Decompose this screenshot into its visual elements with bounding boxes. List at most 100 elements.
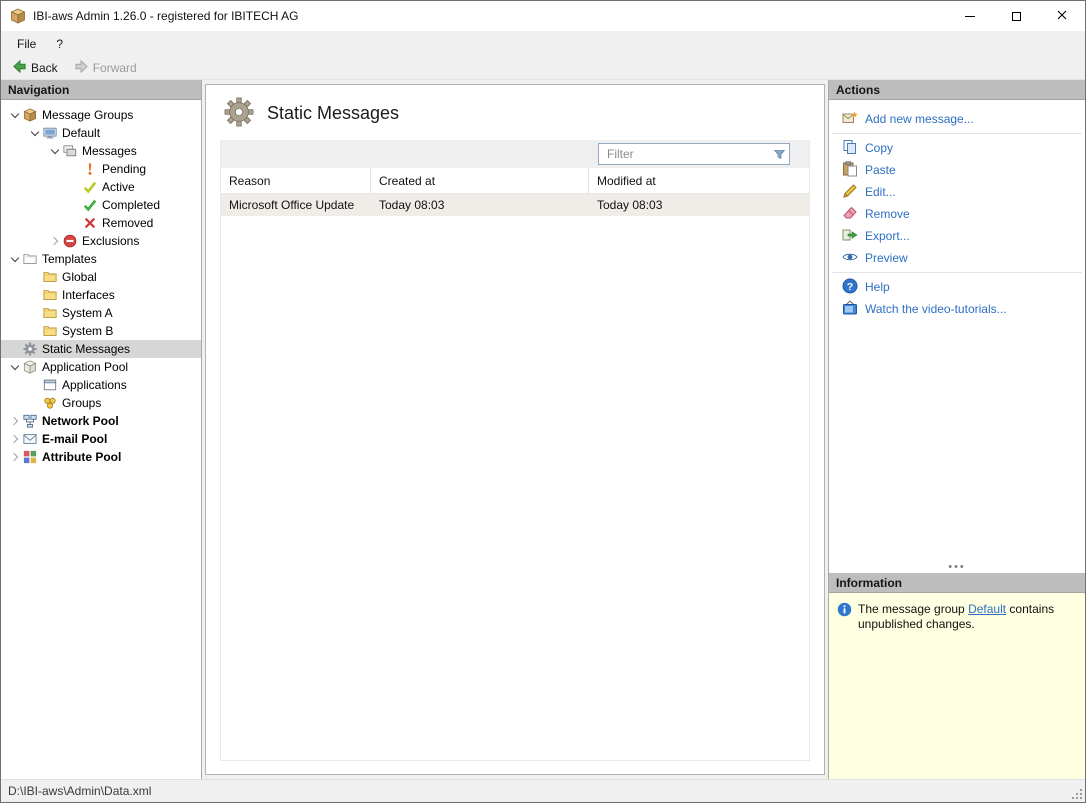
box-icon: [22, 107, 38, 123]
nav-item-global[interactable]: Global: [1, 268, 201, 286]
action-label: Watch the video-tutorials...: [865, 302, 1007, 316]
info-text-before: The message group: [858, 602, 969, 616]
nav-item-label: Global: [62, 270, 97, 284]
filter-box: [598, 143, 790, 165]
menu-file[interactable]: File: [7, 31, 46, 56]
cell-created-at: Today 08:03: [379, 198, 445, 212]
action-help[interactable]: ? Help: [829, 276, 1085, 298]
video-tutorials-icon: [842, 300, 858, 319]
nav-item-label: Applications: [62, 378, 127, 392]
filter-icon[interactable]: [769, 148, 789, 161]
menubar: File ?: [1, 31, 1085, 56]
menu-help[interactable]: ?: [46, 31, 73, 56]
expander-icon[interactable]: [8, 432, 22, 446]
templates-icon: [22, 251, 38, 267]
svg-text:?: ?: [847, 280, 853, 292]
action-remove[interactable]: Remove: [829, 203, 1085, 225]
expander-icon[interactable]: [8, 450, 22, 464]
column-header-created-at[interactable]: Created at: [371, 168, 589, 193]
nav-item-label: Network Pool: [42, 414, 119, 428]
expander-icon[interactable]: [8, 360, 22, 374]
action-export[interactable]: Export...: [829, 225, 1085, 247]
nav-item-email-pool[interactable]: E-mail Pool: [1, 430, 201, 448]
information-header: Information: [829, 573, 1085, 593]
exclusions-icon: [62, 233, 78, 249]
main-region: Navigation Message Groups Default Messag…: [1, 80, 1085, 779]
nav-item-exclusions[interactable]: Exclusions: [1, 232, 201, 250]
forward-button[interactable]: Forward: [67, 58, 144, 78]
nav-item-messages[interactable]: Messages: [1, 142, 201, 160]
nav-item-message-groups[interactable]: Message Groups: [1, 106, 201, 124]
action-copy[interactable]: Copy: [829, 137, 1085, 159]
static-messages-panel: Static Messages Reason Created at Modifi…: [205, 84, 825, 775]
app-pool-icon: [22, 359, 38, 375]
nav-item-network-pool[interactable]: Network Pool: [1, 412, 201, 430]
nav-item-label: Static Messages: [42, 342, 131, 356]
maximize-button[interactable]: [993, 1, 1039, 31]
panel-splitter-grip[interactable]: •••: [829, 561, 1085, 573]
nav-item-system-a[interactable]: System A: [1, 304, 201, 322]
action-label: Add new message...: [865, 112, 974, 126]
nav-item-label: Removed: [102, 216, 154, 230]
add-message-icon: [842, 110, 858, 129]
back-button[interactable]: Back: [5, 58, 65, 78]
expander-icon[interactable]: [48, 144, 62, 158]
table-row[interactable]: Microsoft Office Update Today 08:03 Toda…: [221, 194, 809, 216]
column-header-reason[interactable]: Reason: [221, 168, 371, 193]
nav-item-label: Templates: [42, 252, 97, 266]
information-text: The message group Default contains unpub…: [858, 602, 1076, 632]
nav-item-applications[interactable]: Applications: [1, 376, 201, 394]
nav-item-interfaces[interactable]: Interfaces: [1, 286, 201, 304]
divider: [832, 272, 1082, 273]
content-region: Static Messages Reason Created at Modifi…: [202, 80, 828, 779]
nav-item-removed[interactable]: Removed: [1, 214, 201, 232]
nav-item-label: Default: [62, 126, 101, 140]
folder-icon: [42, 287, 58, 303]
nav-item-label: Completed: [102, 198, 161, 212]
action-watch-video-tutorials[interactable]: Watch the video-tutorials...: [829, 298, 1085, 320]
expander-icon[interactable]: [8, 252, 22, 266]
nav-item-application-pool[interactable]: Application Pool: [1, 358, 201, 376]
action-preview[interactable]: Preview: [829, 247, 1085, 269]
action-paste[interactable]: Paste: [829, 159, 1085, 181]
copy-icon: [842, 139, 858, 158]
action-edit[interactable]: Edit...: [829, 181, 1085, 203]
nav-item-label: Application Pool: [42, 360, 129, 374]
nav-item-label: Message Groups: [42, 108, 134, 122]
nav-item-groups[interactable]: Groups: [1, 394, 201, 412]
email-icon: [22, 431, 38, 447]
attribute-icon: [22, 449, 38, 465]
nav-item-active[interactable]: Active: [1, 178, 201, 196]
app-window: IBI-aws Admin 1.26.0 - registered for IB…: [0, 0, 1086, 803]
nav-item-attribute-pool[interactable]: Attribute Pool: [1, 448, 201, 466]
action-label: Edit...: [865, 185, 896, 199]
default-group-link[interactable]: Default: [968, 602, 1006, 616]
nav-item-pending[interactable]: Pending: [1, 160, 201, 178]
close-button[interactable]: [1039, 1, 1085, 31]
nav-item-templates[interactable]: Templates: [1, 250, 201, 268]
expander-icon[interactable]: [48, 234, 62, 248]
cell-modified-at: Today 08:03: [597, 198, 663, 212]
expander-icon[interactable]: [8, 108, 22, 122]
column-header-modified-at[interactable]: Modified at: [589, 168, 809, 193]
nav-item-label: Groups: [62, 396, 102, 410]
actions-list: Add new message... Copy Paste Edit... Re…: [829, 100, 1085, 561]
export-icon: [842, 227, 858, 246]
actions-panel: Actions Add new message... Copy Paste Ed…: [828, 80, 1085, 779]
nav-item-completed[interactable]: Completed: [1, 196, 201, 214]
filter-input[interactable]: [599, 144, 769, 164]
nav-item-system-b[interactable]: System B: [1, 322, 201, 340]
minimize-button[interactable]: [947, 1, 993, 31]
help-icon: ?: [842, 278, 858, 297]
nav-item-default[interactable]: Default: [1, 124, 201, 142]
nav-item-label: Exclusions: [82, 234, 140, 248]
groups-icon: [42, 395, 58, 411]
gear-icon: [224, 97, 254, 130]
expander-icon[interactable]: [28, 126, 42, 140]
action-label: Export...: [865, 229, 910, 243]
expander-icon[interactable]: [8, 414, 22, 428]
statusbar-path: D:\IBI-aws\Admin\Data.xml: [8, 784, 152, 798]
resize-grip-icon[interactable]: [1071, 788, 1084, 801]
action-add-new-message[interactable]: Add new message...: [829, 108, 1085, 130]
nav-item-static-messages[interactable]: Static Messages: [1, 340, 201, 358]
